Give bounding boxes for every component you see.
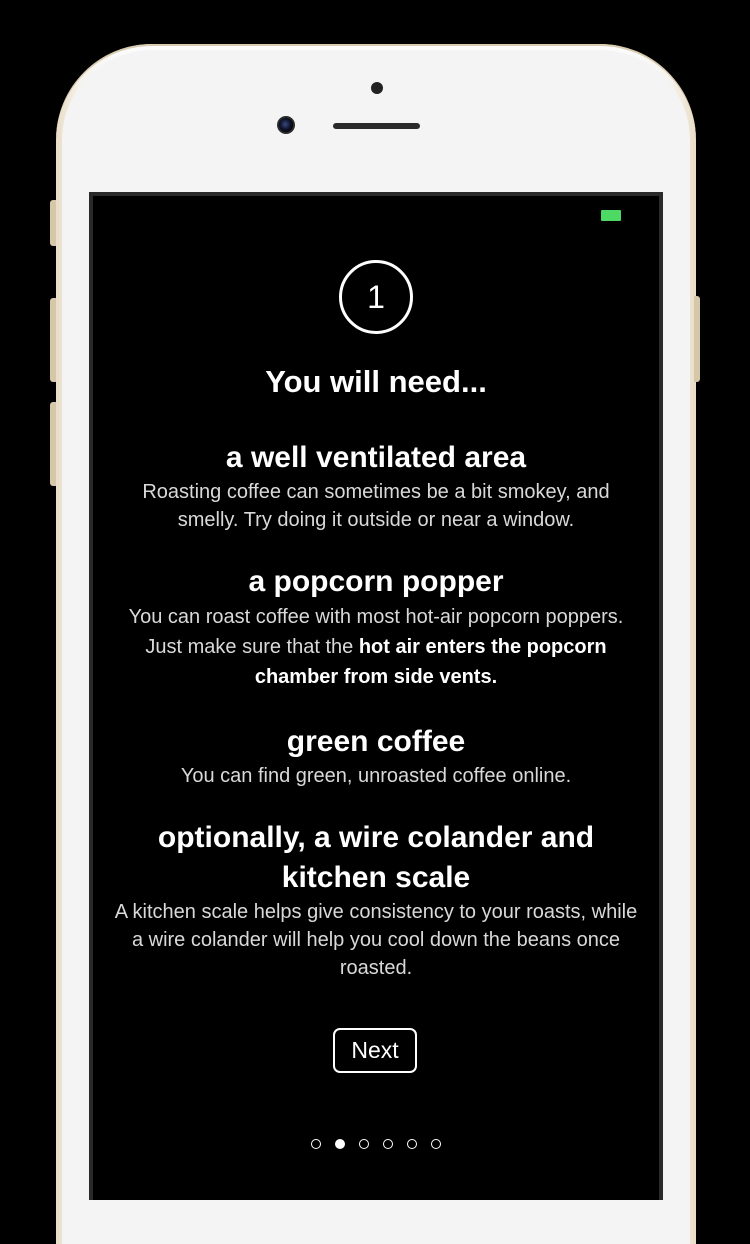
- earpiece-speaker: [333, 123, 420, 129]
- mute-switch: [50, 200, 56, 246]
- requirement-description: A kitchen scale helps give consistency t…: [114, 901, 638, 979]
- requirement-description: You can find green, unroasted coffee onl…: [180, 765, 572, 787]
- front-camera-icon: [277, 116, 295, 134]
- requirement-item: green coffee You can find green, unroast…: [113, 722, 639, 790]
- requirement-description: Roasting coffee can sometimes be a bit s…: [142, 481, 610, 531]
- page-dot[interactable]: [431, 1139, 441, 1149]
- page-dot[interactable]: [383, 1139, 393, 1149]
- volume-up-button: [50, 298, 56, 382]
- step-number: 1: [367, 278, 385, 315]
- requirement-description: You can roast coffee with most hot-air p…: [113, 602, 639, 692]
- requirement-item: a well ventilated area Roasting coffee c…: [113, 438, 639, 534]
- power-button: [694, 296, 700, 382]
- page-dot-active[interactable]: [335, 1139, 345, 1149]
- requirement-item: a popcorn popper You can roast coffee wi…: [113, 562, 639, 692]
- step-number-badge: 1: [339, 260, 413, 334]
- page-dot[interactable]: [407, 1139, 417, 1149]
- next-button[interactable]: Next: [333, 1028, 417, 1073]
- page-dot[interactable]: [359, 1139, 369, 1149]
- proximity-sensor: [371, 82, 383, 94]
- battery-icon: [601, 210, 621, 221]
- page-title: You will need...: [265, 364, 487, 399]
- requirement-heading: a popcorn popper: [248, 565, 504, 598]
- requirement-heading: green coffee: [286, 725, 466, 758]
- onboarding-screen: 1 You will need... a well ventilated are…: [89, 192, 663, 1200]
- requirement-heading: optionally, a wire colander and kitchen …: [157, 821, 595, 894]
- page-dot[interactable]: [311, 1139, 321, 1149]
- requirement-heading: a well ventilated area: [225, 441, 527, 474]
- volume-down-button: [50, 402, 56, 486]
- page-indicator[interactable]: [93, 1139, 659, 1149]
- requirement-item: optionally, a wire colander and kitchen …: [113, 818, 639, 982]
